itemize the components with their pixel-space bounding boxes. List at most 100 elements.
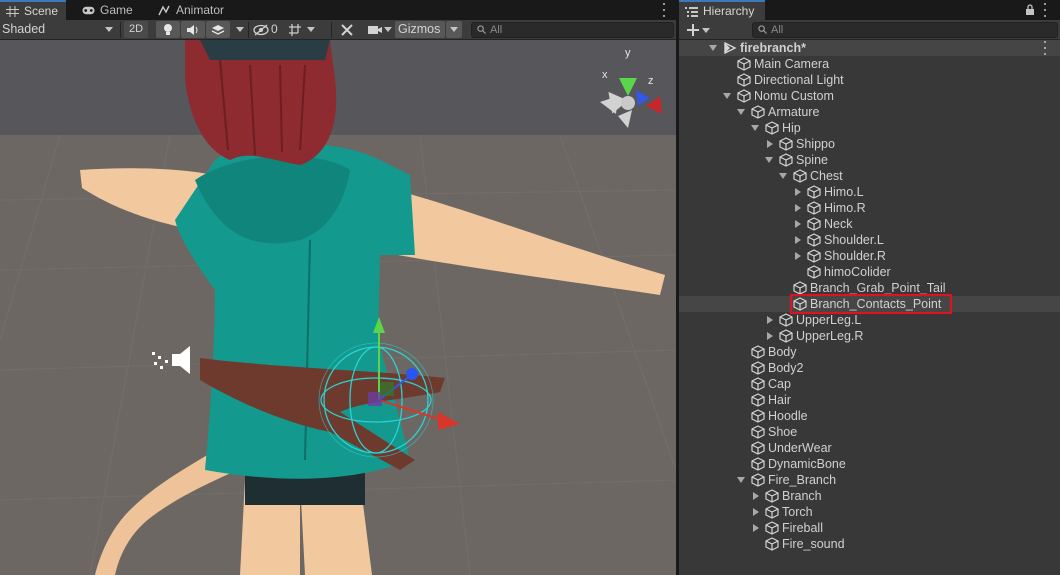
tree-row[interactable]: Himo.R [679,200,1060,216]
tree-row[interactable]: Fireball [679,520,1060,536]
effects-toggle[interactable] [206,21,230,38]
expand-arrow-icon[interactable] [779,173,787,179]
scene-toolbar: Shaded 2D 0 Gizmos All [0,20,676,40]
add-chevron-down-icon[interactable] [702,28,710,33]
sky-backdrop [0,40,676,135]
collapse-arrow-icon[interactable] [795,220,801,228]
gameobject-cube-icon [793,281,807,295]
expand-arrow-icon[interactable] [709,45,717,51]
search-icon [477,25,486,34]
gameobject-cube-icon [751,441,765,455]
tree-row[interactable]: Directional Light [679,72,1060,88]
gameobject-cube-icon [765,121,779,135]
expand-arrow-icon[interactable] [737,477,745,483]
tree-row[interactable]: Body2 [679,360,1060,376]
draw-mode-dropdown[interactable]: Shaded [0,20,118,39]
collapse-arrow-icon[interactable] [795,252,801,260]
scene-menu-icon[interactable] [1043,41,1047,55]
tab-scene[interactable]: Scene [0,0,67,20]
hidden-objects-toggle[interactable]: 0 [251,21,281,38]
scene-root-row[interactable]: firebranch* [679,40,1060,56]
tree-row[interactable]: Shippo [679,136,1060,152]
tab-game[interactable]: Game [76,0,141,20]
tree-row[interactable]: UpperLeg.L [679,312,1060,328]
tree-row[interactable]: Chest [679,168,1060,184]
mode-2d-toggle[interactable]: 2D [124,21,148,38]
tree-row-label: Shoulder.L [824,233,884,247]
gameobject-cube-icon [779,313,793,327]
tree-row[interactable]: Torch [679,504,1060,520]
scene-panel-menu-icon[interactable] [662,3,666,17]
add-icon[interactable] [687,24,699,36]
toolbar-divider [331,22,332,38]
eye-slash-icon [253,24,269,36]
collapse-arrow-icon[interactable] [767,140,773,148]
animator-icon [158,5,170,15]
tab-hierarchy[interactable]: Hierarchy [679,0,765,20]
tree-row[interactable]: Fire_Branch [679,472,1060,488]
tree-row-label: Shoulder.R [824,249,886,263]
tree-row[interactable]: Hoodle [679,408,1060,424]
hierarchy-menu-icon[interactable] [1043,3,1047,17]
expand-arrow-icon[interactable] [751,125,759,131]
mode-2d-label: 2D [128,23,144,35]
hierarchy-panel: Hierarchy All firebranch* Main Camera Dire… [679,0,1060,575]
tree-row[interactable]: DynamicBone [679,456,1060,472]
tree-row-label: UpperLeg.L [796,313,862,327]
tree-row[interactable]: UpperLeg.R [679,328,1060,344]
collapse-arrow-icon[interactable] [753,492,759,500]
toolbar-divider [120,22,121,38]
expand-arrow-icon[interactable] [737,109,745,115]
unity-scene-icon [724,41,737,55]
tree-row[interactable]: Himo.L [679,184,1060,200]
lock-icon[interactable] [1025,4,1035,16]
tree-row-label: Hair [768,393,791,407]
tree-row[interactable]: Cap [679,376,1060,392]
tree-row[interactable]: Spine [679,152,1060,168]
tree-row[interactable]: Armature [679,104,1060,120]
grid-snap-toggle[interactable] [284,21,306,38]
gameobject-cube-icon [751,361,765,375]
grid-snap-chevron-down-icon[interactable] [307,27,315,32]
draw-mode-chevron-down-icon [105,27,113,32]
tree-row[interactable]: Hip [679,120,1060,136]
gizmos-label: Gizmos [398,22,441,36]
hierarchy-search-input[interactable]: All [752,22,1058,38]
collapse-arrow-icon[interactable] [795,188,801,196]
tree-row[interactable]: Neck [679,216,1060,232]
lighting-toggle[interactable] [156,21,180,38]
gameobject-cube-icon [737,73,751,87]
tree-row[interactable]: UnderWear [679,440,1060,456]
gizmos-dropdown[interactable] [446,21,462,38]
tree-row[interactable]: Hair [679,392,1060,408]
scene-search-input[interactable]: All [471,22,674,38]
tree-row[interactable]: Shoe [679,424,1060,440]
selected-tree-row[interactable]: Branch_Contacts_Point [679,294,1060,314]
camera-chevron-down-icon[interactable] [384,27,392,32]
tree-row[interactable]: Nomu Custom [679,88,1060,104]
collapse-arrow-icon[interactable] [767,316,773,324]
collapse-arrow-icon[interactable] [753,524,759,532]
expand-arrow-icon[interactable] [723,93,731,99]
audio-toggle[interactable] [181,21,205,38]
tree-row[interactable]: Branch [679,488,1060,504]
tools-button[interactable] [336,21,358,38]
gameobject-cube-icon [751,377,765,391]
collapse-arrow-icon[interactable] [795,236,801,244]
tree-row-label: Spine [796,153,828,167]
collapse-arrow-icon[interactable] [753,508,759,516]
scene-viewport[interactable]: y x z [0,40,676,575]
gizmos-button[interactable]: Gizmos [395,21,445,38]
collapse-arrow-icon[interactable] [795,204,801,212]
camera-button[interactable] [364,21,386,38]
tab-animator[interactable]: Animator [152,0,232,20]
tree-row[interactable]: Main Camera [679,56,1060,72]
tree-row[interactable]: himoColider [679,264,1060,280]
tree-row[interactable]: Shoulder.R [679,248,1060,264]
expand-arrow-icon[interactable] [765,157,773,163]
tree-row[interactable]: Body [679,344,1060,360]
effects-chevron-down-icon[interactable] [236,27,244,32]
tree-row[interactable]: Fire_sound [679,536,1060,552]
tree-row[interactable]: Shoulder.L [679,232,1060,248]
collapse-arrow-icon[interactable] [767,332,773,340]
